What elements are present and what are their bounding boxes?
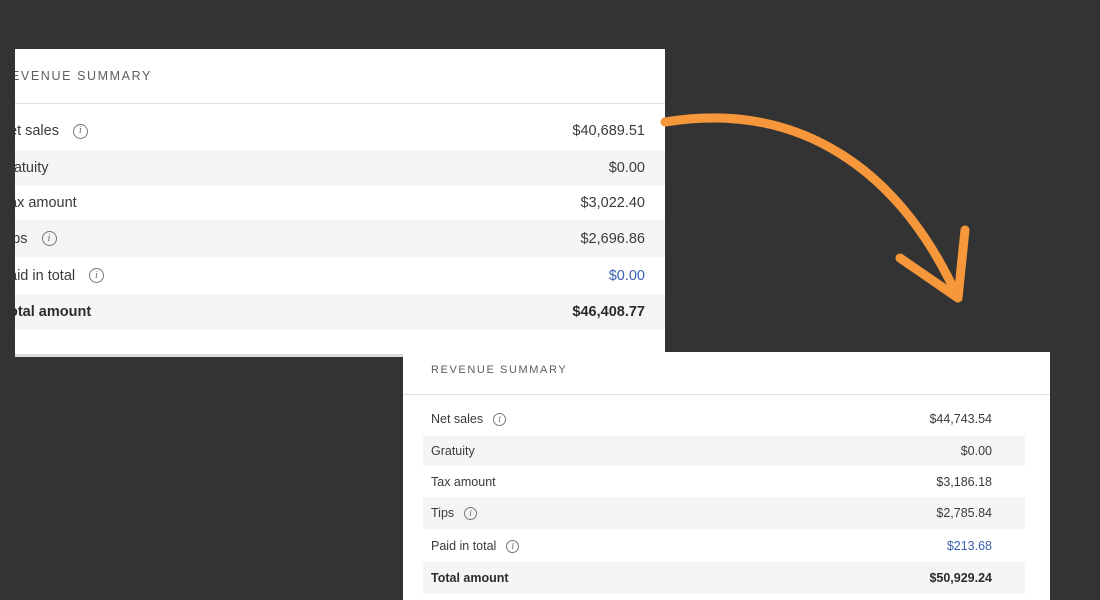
row-value: $3,186.18 — [936, 475, 992, 489]
revenue-summary-card-after: REVENUE SUMMARY Net sales i $44,743.54 Gr… — [403, 352, 1050, 600]
info-icon[interactable]: i — [506, 539, 520, 553]
row-net-sales: Net sales i $44,743.54 — [423, 404, 1025, 434]
row-label: Tips — [431, 506, 455, 520]
row-value-link[interactable]: $213.68 — [947, 539, 992, 553]
row-label: Net sales — [431, 412, 484, 426]
row-total-amount: Total amount $50,929.24 — [423, 562, 1025, 594]
row-paid-in-total: Paid in total i $213.68 — [423, 530, 1025, 562]
row-label: Total amount — [431, 571, 509, 585]
row-label: Tax amount — [431, 475, 496, 489]
row-label: Gratuity — [431, 444, 475, 458]
row-tips: Tips i $2,785.84 — [423, 497, 1025, 529]
row-value: $50,929.24 — [929, 571, 992, 585]
info-icon[interactable]: i — [493, 412, 507, 426]
row-value: $0.00 — [960, 444, 992, 458]
card-title: REVENUE SUMMARY — [431, 364, 568, 376]
info-icon[interactable]: i — [464, 506, 478, 520]
divider — [403, 394, 1050, 395]
row-gratuity: Gratuity $0.00 — [423, 436, 1025, 466]
row-tax-amount: Tax amount $3,186.18 — [423, 467, 1025, 497]
row-value: $44,743.54 — [929, 412, 992, 426]
row-value: $2,785.84 — [936, 506, 992, 520]
row-label: Paid in total — [431, 539, 497, 553]
